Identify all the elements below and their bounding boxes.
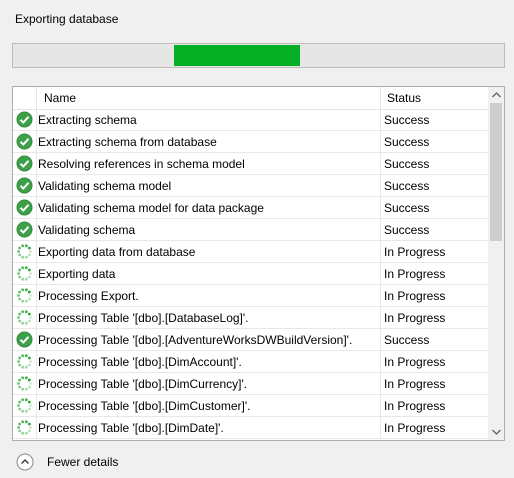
table-row[interactable]: Processing Table '[dbo].[DimDate]'. In Pr… bbox=[13, 417, 489, 439]
in-progress-spinner-icon bbox=[17, 398, 32, 413]
row-status-cell: Success bbox=[384, 201, 430, 215]
table-row[interactable]: Processing Table '[dbo].[AdventureWorksD… bbox=[13, 329, 489, 351]
fewer-details-toggle[interactable]: Fewer details bbox=[16, 453, 118, 471]
success-check-icon bbox=[16, 111, 33, 128]
scroll-up-arrow-icon[interactable] bbox=[488, 87, 504, 103]
in-progress-spinner-icon bbox=[17, 354, 32, 369]
table-row[interactable]: Exporting data from database In Progress bbox=[13, 241, 489, 263]
table-row[interactable]: Processing Table '[dbo].[DimCurrency]'. I… bbox=[13, 373, 489, 395]
export-steps-list[interactable]: Name Status Extracting schema Success Extr… bbox=[12, 86, 505, 441]
row-status-cell: In Progress bbox=[384, 245, 446, 259]
table-row[interactable]: Resolving references in schema model Succ… bbox=[13, 153, 489, 175]
row-status-cell: In Progress bbox=[384, 421, 446, 435]
row-name-cell: Processing Export. bbox=[38, 289, 139, 303]
row-name-cell: Processing Table '[dbo].[AdventureWorksD… bbox=[38, 333, 353, 347]
table-row[interactable]: Exporting data In Progress bbox=[13, 263, 489, 285]
table-row[interactable]: Processing Export. In Progress bbox=[13, 285, 489, 307]
table-row[interactable]: Processing Table '[dbo].[DimCustomer]'. I… bbox=[13, 395, 489, 417]
row-status-cell: In Progress bbox=[384, 377, 446, 391]
table-row[interactable]: Processing Table '[dbo].[DimAccount]'. In… bbox=[13, 351, 489, 373]
scrollbar-thumb[interactable] bbox=[490, 103, 502, 242]
vertical-scrollbar[interactable] bbox=[488, 87, 504, 440]
row-name-cell: Validating schema model for data package bbox=[38, 201, 264, 215]
progress-bar-fill bbox=[174, 45, 301, 66]
row-name-cell: Exporting data from database bbox=[38, 245, 196, 259]
success-check-icon bbox=[16, 221, 33, 238]
row-name-cell: Extracting schema from database bbox=[38, 135, 217, 149]
table-row[interactable]: Processing Table '[dbo].[DatabaseLog]'. I… bbox=[13, 307, 489, 329]
table-row[interactable]: Validating schema model Success bbox=[13, 175, 489, 197]
column-header-status[interactable]: Status bbox=[387, 91, 421, 105]
row-name-cell: Exporting data bbox=[38, 267, 116, 281]
export-progress-bar bbox=[12, 43, 505, 68]
in-progress-spinner-icon bbox=[17, 376, 32, 391]
row-name-cell: Validating schema model bbox=[38, 179, 172, 193]
table-row[interactable]: Extracting schema from database Success bbox=[13, 131, 489, 153]
list-header: Name Status bbox=[13, 87, 489, 110]
row-name-cell: Processing Table '[dbo].[DimDate]'. bbox=[38, 421, 224, 435]
row-status-cell: Success bbox=[384, 135, 430, 149]
in-progress-spinner-icon bbox=[17, 266, 32, 281]
list-rows: Extracting schema Success Extracting schem… bbox=[13, 109, 489, 439]
row-status-cell: In Progress bbox=[384, 399, 446, 413]
success-check-icon bbox=[16, 133, 33, 150]
row-name-cell: Validating schema bbox=[38, 223, 136, 237]
success-check-icon bbox=[16, 199, 33, 216]
row-status-cell: In Progress bbox=[384, 267, 446, 281]
row-status-cell: Success bbox=[384, 157, 430, 171]
in-progress-spinner-icon bbox=[17, 244, 32, 259]
row-status-cell: Success bbox=[384, 333, 430, 347]
row-name-cell: Processing Table '[dbo].[DimCustomer]'. bbox=[38, 399, 251, 413]
row-name-cell: Processing Table '[dbo].[DimAccount]'. bbox=[38, 355, 242, 369]
in-progress-spinner-icon bbox=[17, 288, 32, 303]
row-name-cell: Resolving references in schema model bbox=[38, 157, 245, 171]
column-header-name[interactable]: Name bbox=[44, 91, 76, 105]
in-progress-spinner-icon bbox=[17, 310, 32, 325]
row-name-cell: Processing Table '[dbo].[DimCurrency]'. bbox=[38, 377, 248, 391]
row-status-cell: Success bbox=[384, 113, 430, 127]
row-status-cell: In Progress bbox=[384, 355, 446, 369]
row-status-cell: In Progress bbox=[384, 289, 446, 303]
row-name-cell: Extracting schema bbox=[38, 113, 137, 127]
success-check-icon bbox=[16, 155, 33, 172]
in-progress-spinner-icon bbox=[17, 420, 32, 435]
fewer-details-label[interactable]: Fewer details bbox=[47, 455, 118, 469]
table-row[interactable]: Extracting schema Success bbox=[13, 109, 489, 131]
row-status-cell: Success bbox=[384, 179, 430, 193]
dialog-title: Exporting database bbox=[15, 12, 119, 26]
table-row[interactable]: Validating schema Success bbox=[13, 219, 489, 241]
collapse-up-icon[interactable] bbox=[16, 453, 34, 471]
scroll-down-arrow-icon[interactable] bbox=[488, 424, 504, 440]
row-status-cell: Success bbox=[384, 223, 430, 237]
row-name-cell: Processing Table '[dbo].[DatabaseLog]'. bbox=[38, 311, 249, 325]
row-status-cell: In Progress bbox=[384, 311, 446, 325]
success-check-icon bbox=[16, 331, 33, 348]
success-check-icon bbox=[16, 177, 33, 194]
table-row[interactable]: Validating schema model for data package… bbox=[13, 197, 489, 219]
